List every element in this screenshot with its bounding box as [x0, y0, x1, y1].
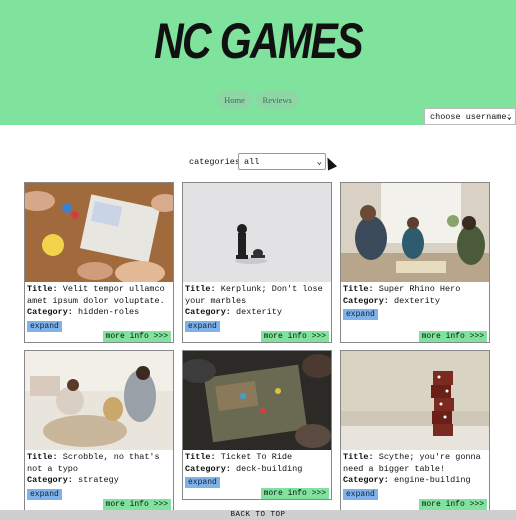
review-category: Category: engine-building	[343, 475, 471, 485]
site-header: NC GAMES Home Reviews choose username: ⌄	[0, 0, 516, 125]
review-category: Category: dexterity	[343, 295, 440, 306]
review-title: Title: Velit tempor ullamco amet ipsum d…	[27, 284, 165, 306]
category-label: categories:	[189, 157, 246, 167]
chevron-down-icon: ⌄	[506, 112, 512, 122]
review-card: Title: Scrobble, no that's not a typo Ca…	[24, 350, 174, 511]
expand-button[interactable]: expand	[343, 489, 378, 500]
more-info-button[interactable]: more info >>>	[260, 488, 329, 499]
review-category: Category: hidden-roles	[27, 307, 140, 317]
expand-button[interactable]: expand	[27, 321, 62, 332]
back-to-top-button[interactable]: BACK TO TOP	[0, 510, 516, 520]
review-title: Title: Scythe; you're gonna need a bigge…	[343, 452, 481, 474]
more-info-button[interactable]: more info >>>	[102, 331, 171, 342]
chess-pieces-photo	[183, 183, 331, 282]
review-card: Title: Super Rhino Hero Category: dexter…	[340, 182, 490, 343]
family-floor-game-photo	[25, 351, 173, 450]
review-card: Title: Scythe; you're gonna need a bigge…	[340, 350, 490, 511]
review-category: Category: strategy	[27, 475, 119, 485]
category-select[interactable]: all ⌄	[238, 153, 326, 170]
more-info-button[interactable]: more info >>>	[418, 331, 487, 342]
review-card: Title: Kerplunk; Don't lose your marbles…	[182, 182, 332, 343]
expand-button[interactable]: expand	[185, 477, 220, 488]
category-select-value: all	[244, 157, 260, 167]
review-title: Title: Kerplunk; Don't lose your marbles	[185, 284, 323, 306]
expand-button[interactable]: expand	[27, 489, 62, 500]
username-select[interactable]: choose username: ⌄	[424, 108, 516, 125]
board-game-table-photo	[183, 351, 331, 450]
username-select-label: choose username:	[430, 112, 512, 122]
more-info-button[interactable]: more info >>>	[102, 499, 171, 510]
review-title: Title: Scrobble, no that's not a typo	[27, 452, 160, 474]
expand-button[interactable]: expand	[343, 309, 378, 320]
review-category: Category: dexterity	[185, 307, 282, 317]
chevron-down-icon: ⌄	[316, 157, 322, 167]
review-card: Title: Ticket To Ride Category: deck-bui…	[182, 350, 332, 500]
expand-button[interactable]: expand	[185, 321, 220, 332]
nav-reviews-button[interactable]: Reviews	[255, 91, 299, 109]
site-logo: NC GAMES	[154, 13, 363, 69]
more-info-button[interactable]: more info >>>	[260, 331, 329, 342]
nav-home-button[interactable]: Home	[217, 91, 252, 109]
main-nav: Home Reviews	[0, 90, 516, 109]
review-title: Title: Ticket To Ride	[185, 452, 293, 462]
review-category: Category: deck-building	[185, 463, 303, 474]
more-info-button[interactable]: more info >>>	[418, 499, 487, 510]
dice-tower-photo	[341, 351, 489, 450]
review-card: Title: Velit tempor ullamco amet ipsum d…	[24, 182, 174, 343]
family-playing-photo	[341, 183, 489, 282]
review-title: Title: Super Rhino Hero	[343, 284, 461, 294]
people-board-game-photo	[25, 183, 173, 282]
